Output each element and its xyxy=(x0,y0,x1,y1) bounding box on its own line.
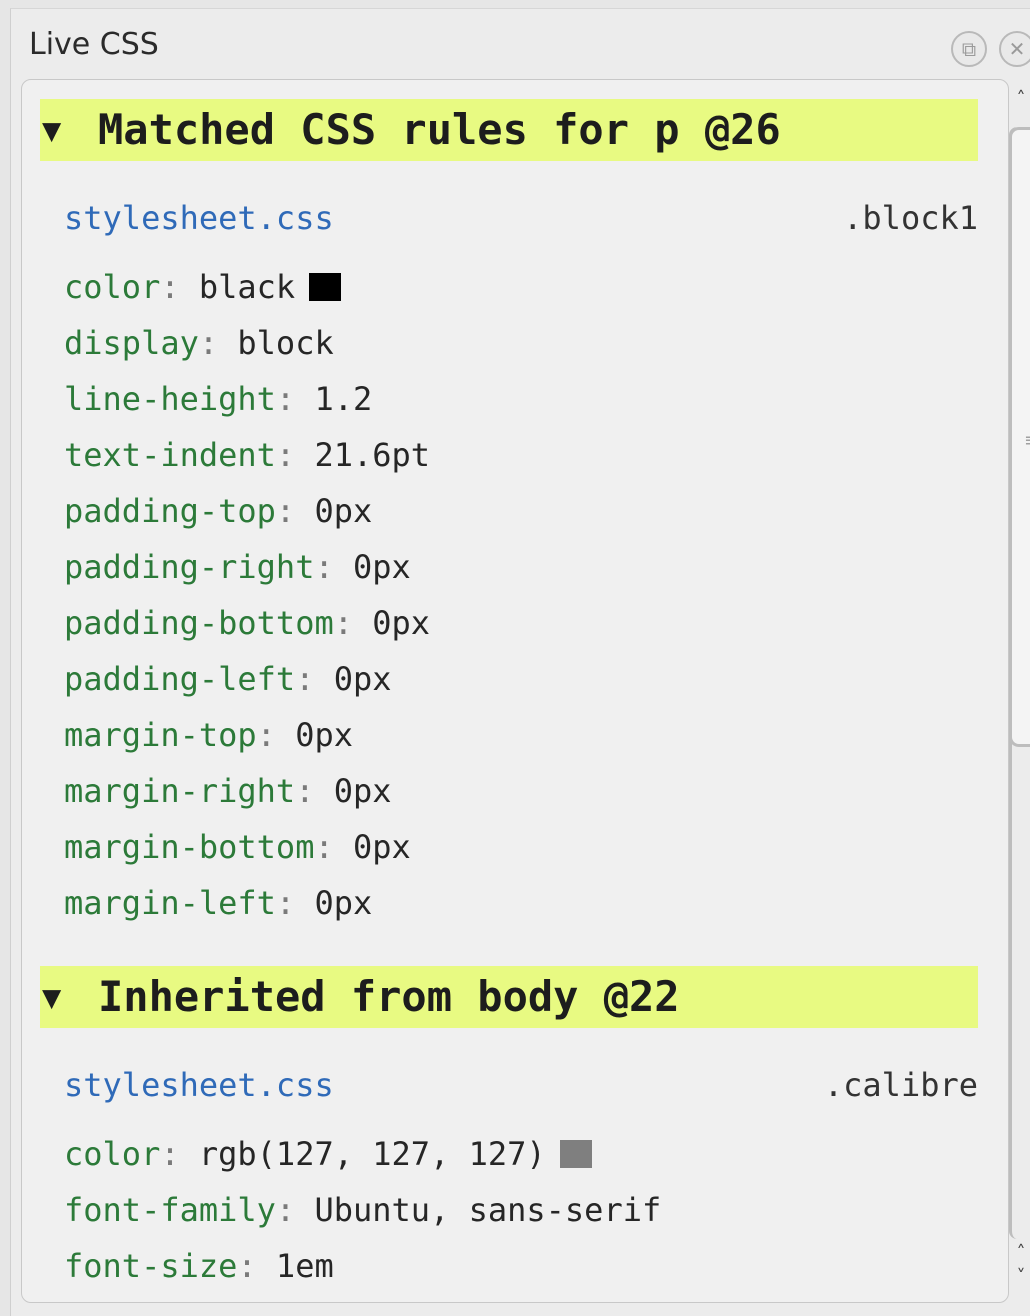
property-name: padding-left xyxy=(64,660,296,698)
property-value: 0px xyxy=(295,716,353,754)
scroll-down-arrow-icon[interactable]: ˅ xyxy=(1011,1267,1030,1287)
section-heading: Inherited from body @22 xyxy=(98,972,680,1021)
stylesheet-link[interactable]: stylesheet.css xyxy=(64,198,334,238)
property-colon: : xyxy=(275,1191,296,1229)
property-name: font-family xyxy=(64,1191,276,1229)
property-name: line-height xyxy=(64,380,276,418)
scroll-up-arrow-icon[interactable]: ˄ xyxy=(1011,1243,1030,1263)
property-colon: : xyxy=(295,660,315,698)
property-value: 0px xyxy=(314,492,373,530)
property-row: padding-bottom: 0px xyxy=(64,601,430,645)
property-value: 0px xyxy=(372,604,431,642)
property-value: block xyxy=(237,324,334,362)
panel-titlebar[interactable]: Live CSS ⧉ ✕ xyxy=(11,9,1030,79)
property-colon: : xyxy=(333,604,353,642)
grip-icon: ≡ xyxy=(1024,430,1030,451)
section-header-matched-rules[interactable]: ▼ Matched CSS rules for p @26 xyxy=(40,99,978,161)
property-name: margin-right xyxy=(64,772,296,810)
property-value: 21.6pt xyxy=(314,436,431,474)
property-value: black xyxy=(198,268,296,306)
property-name: padding-bottom xyxy=(64,604,334,642)
property-row: line-height: 1.2 xyxy=(64,377,372,421)
property-name: margin-top xyxy=(64,716,257,754)
property-value: 0px xyxy=(333,660,392,698)
property-colon: : xyxy=(275,436,296,474)
close-icon[interactable]: ✕ xyxy=(999,31,1030,67)
property-colon: : xyxy=(237,1247,257,1285)
property-name: text-indent xyxy=(64,436,276,474)
color-swatch xyxy=(559,1140,592,1168)
property-value: 1em xyxy=(275,1247,334,1285)
property-value: Ubuntu, sans-serif xyxy=(314,1191,662,1229)
property-colon: : xyxy=(295,772,315,810)
property-row: padding-left: 0px xyxy=(64,657,392,701)
property-name: padding-top xyxy=(64,492,276,530)
property-name: color xyxy=(64,268,161,306)
property-row: color: black xyxy=(64,265,342,309)
property-colon: : xyxy=(275,884,296,922)
collapse-arrow-icon[interactable]: ▼ xyxy=(40,966,98,1028)
property-value: rgb(127, 127, 127) xyxy=(198,1135,546,1173)
property-row: margin-right: 0px xyxy=(64,769,392,813)
property-colon: : xyxy=(160,268,180,306)
property-name: font-size xyxy=(64,1247,238,1285)
stylesheet-link[interactable]: stylesheet.css xyxy=(64,1065,334,1105)
property-row: padding-top: 0px xyxy=(64,489,372,533)
property-row: text-indent: 21.6pt xyxy=(64,433,430,477)
property-row: display: block xyxy=(64,321,334,365)
section-heading: Matched CSS rules for p @26 xyxy=(98,105,781,154)
vertical-scrollbar[interactable]: ˄ ≡ ˄ ˅ xyxy=(1009,87,1030,1301)
rule-source-row: stylesheet.css .calibre xyxy=(64,1065,978,1105)
panel-title: Live CSS xyxy=(29,27,159,62)
property-colon: : xyxy=(314,828,334,866)
property-colon: : xyxy=(198,324,219,362)
property-row: padding-right: 0px xyxy=(64,545,411,589)
property-colon: : xyxy=(275,492,296,530)
scroll-up-arrow-icon[interactable]: ˄ xyxy=(1011,89,1030,109)
property-name: margin-bottom xyxy=(64,828,315,866)
property-name: margin-left xyxy=(64,884,276,922)
property-row: margin-top: 0px xyxy=(64,713,353,757)
property-value: 0px xyxy=(333,772,392,810)
collapse-arrow-icon[interactable]: ▼ xyxy=(40,99,98,161)
rule-source-row: stylesheet.css .block1 xyxy=(64,198,978,238)
section-header-inherited[interactable]: ▼ Inherited from body @22 xyxy=(40,966,978,1028)
property-value: 0px xyxy=(314,884,373,922)
property-colon: : xyxy=(275,380,296,418)
rule-selector: .block1 xyxy=(843,199,978,237)
property-value: 0px xyxy=(352,548,411,586)
property-colon: : xyxy=(256,716,276,754)
property-colon: : xyxy=(160,1135,180,1173)
property-row: margin-left: 0px xyxy=(64,881,372,925)
property-row: margin-bottom: 0px xyxy=(64,825,411,869)
property-colon: : xyxy=(314,548,334,586)
property-value: 0px xyxy=(352,828,411,866)
property-value: 1.2 xyxy=(314,380,373,418)
css-content-area: ▼ Matched CSS rules for p @26 stylesheet.… xyxy=(21,79,1009,1303)
property-name: display xyxy=(64,324,199,362)
float-window-icon[interactable]: ⧉ xyxy=(951,31,987,67)
property-name: color xyxy=(64,1135,161,1173)
scroll-thumb[interactable]: ≡ xyxy=(1009,127,1030,747)
color-swatch xyxy=(309,273,342,301)
property-row: font-family: Ubuntu, sans-serif xyxy=(64,1188,661,1232)
live-css-panel: Live CSS ⧉ ✕ ▼ Matched CSS rules for p @2… xyxy=(10,8,1030,1316)
property-name: padding-right xyxy=(64,548,315,586)
property-row: color: rgb(127, 127, 127) xyxy=(64,1132,592,1176)
property-row: font-size: 1em xyxy=(64,1244,334,1288)
rule-selector: .calibre xyxy=(823,1066,978,1104)
